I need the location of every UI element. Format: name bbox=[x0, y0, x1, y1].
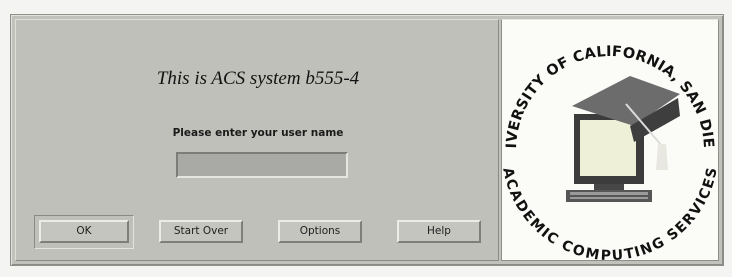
system-title: This is ACS system b555-4 bbox=[156, 68, 360, 89]
login-panel: This is ACS system b555-4 Please enter y… bbox=[15, 19, 499, 261]
username-input[interactable] bbox=[176, 152, 348, 178]
options-button[interactable]: Options bbox=[278, 220, 362, 243]
help-button[interactable]: Help bbox=[397, 220, 481, 243]
login-window: This is ACS system b555-4 Please enter y… bbox=[10, 14, 724, 266]
ucsd-acs-logo: UNIVERSITY OF CALIFORNIA, SAN DIEGO ACAD… bbox=[501, 19, 719, 261]
ok-button[interactable]: OK bbox=[39, 220, 129, 243]
start-over-button[interactable]: Start Over bbox=[159, 220, 243, 243]
username-prompt: Please enter your user name bbox=[172, 127, 344, 139]
